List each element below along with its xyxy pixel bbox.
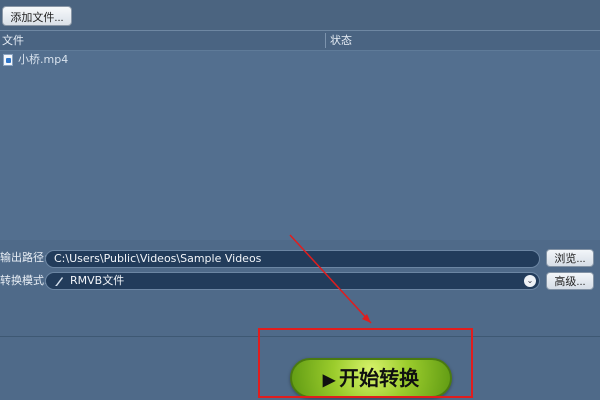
convert-mode-label: 转换模式: (0, 274, 48, 287)
column-separator (325, 33, 326, 48)
toolbar: 添加文件... (0, 0, 600, 30)
output-path-field[interactable]: C:\Users\Public\Videos\Sample Videos (45, 250, 540, 268)
column-file: 文件 (2, 34, 24, 47)
pencil-icon (55, 277, 63, 286)
add-file-button[interactable]: 添加文件... (2, 6, 72, 26)
browse-button[interactable]: 浏览... (546, 249, 594, 267)
advanced-button[interactable]: 高级... (546, 272, 594, 290)
chevron-down-icon[interactable]: ⌄ (524, 275, 536, 287)
annotation-box (258, 328, 473, 398)
column-status: 状态 (330, 34, 352, 47)
file-name: 小桥.mp4 (18, 53, 69, 66)
file-list-panel: 文件 状态 小桥.mp4 (0, 30, 600, 241)
file-list-header: 文件 状态 (0, 31, 600, 51)
convert-mode-value: RMVB文件 (70, 274, 125, 287)
video-file-icon (3, 54, 13, 66)
output-path-label: 输出路径: (0, 251, 48, 264)
convert-mode-select[interactable]: RMVB文件 ⌄ (45, 272, 540, 290)
